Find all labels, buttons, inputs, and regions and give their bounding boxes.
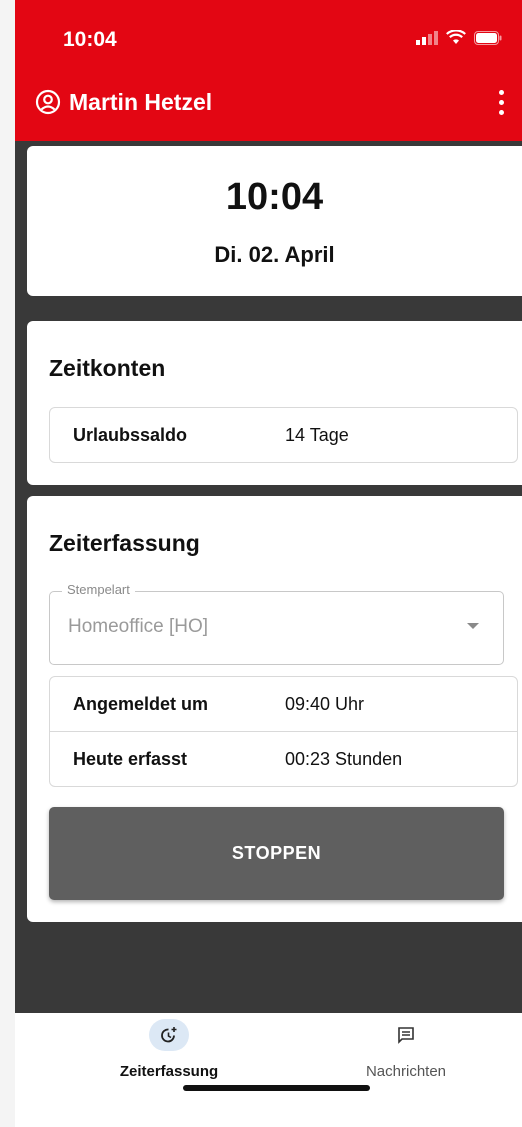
clock-plus-icon — [161, 1027, 177, 1043]
message-icon — [398, 1027, 414, 1044]
stempelart-label: Stempelart — [62, 582, 135, 597]
nav-label: Nachrichten — [365, 1063, 447, 1080]
battery-icon — [474, 30, 502, 45]
nav-label: Zeiterfassung — [119, 1063, 219, 1080]
nav-pill — [386, 1019, 426, 1051]
header: 10:04 Martin Hetzel — [15, 0, 522, 141]
bottom-navigation: Zeiterfassung Nachrichten — [15, 1013, 522, 1127]
status-time: 10:04 — [63, 28, 117, 51]
more-menu-icon[interactable] — [490, 89, 512, 115]
chevron-down-icon — [467, 623, 479, 629]
phone-screen: 10:04 Martin Hetzel 10:04 Di. 02. April … — [15, 0, 522, 1127]
zeitkonten-title: Zeitkonten — [49, 355, 166, 381]
nav-item-zeiterfassung[interactable]: Zeiterfassung — [69, 1019, 269, 1080]
row-value: 09:40 Uhr — [285, 693, 365, 714]
account-icon[interactable] — [35, 89, 61, 115]
stempelart-value: Homeoffice [HO] — [68, 616, 209, 637]
stop-button[interactable]: STOPPEN — [49, 807, 504, 900]
table-row: Urlaubssaldo 14 Tage — [50, 408, 517, 462]
user-name: Martin Hetzel — [69, 88, 213, 115]
home-indicator[interactable] — [183, 1085, 370, 1091]
table-row: Angemeldet um 09:40 Uhr — [50, 677, 517, 732]
zeiterfassung-table: Angemeldet um 09:40 Uhr Heute erfasst 00… — [49, 676, 518, 787]
table-row: Heute erfasst 00:23 Stunden — [50, 732, 517, 786]
zeiterfassung-title: Zeiterfassung — [49, 530, 200, 556]
status-icons — [416, 30, 502, 45]
row-value: 14 Tage — [285, 424, 349, 445]
stempelart-select[interactable]: Stempelart Homeoffice [HO] — [49, 582, 504, 665]
app-bar: Martin Hetzel — [35, 84, 512, 120]
clock-card: 10:04 Di. 02. April — [27, 146, 522, 296]
wifi-icon — [446, 30, 466, 44]
row-label: Angemeldet um — [73, 693, 209, 714]
current-time: 10:04 — [225, 176, 324, 218]
current-date: Di. 02. April — [214, 242, 335, 267]
signal-icon — [416, 30, 438, 45]
status-bar: 10:04 — [63, 28, 502, 58]
zeitkonten-card: Zeitkonten Urlaubssaldo 14 Tage — [27, 321, 522, 485]
nav-pill — [149, 1019, 189, 1051]
zeitkonten-table: Urlaubssaldo 14 Tage — [49, 407, 518, 463]
zeiterfassung-card: Zeiterfassung Stempelart Homeoffice [HO]… — [27, 496, 522, 922]
nav-item-nachrichten[interactable]: Nachrichten — [306, 1019, 506, 1080]
row-label: Heute erfasst — [73, 748, 188, 769]
row-label: Urlaubssaldo — [73, 424, 188, 445]
row-value: 00:23 Stunden — [285, 748, 403, 769]
